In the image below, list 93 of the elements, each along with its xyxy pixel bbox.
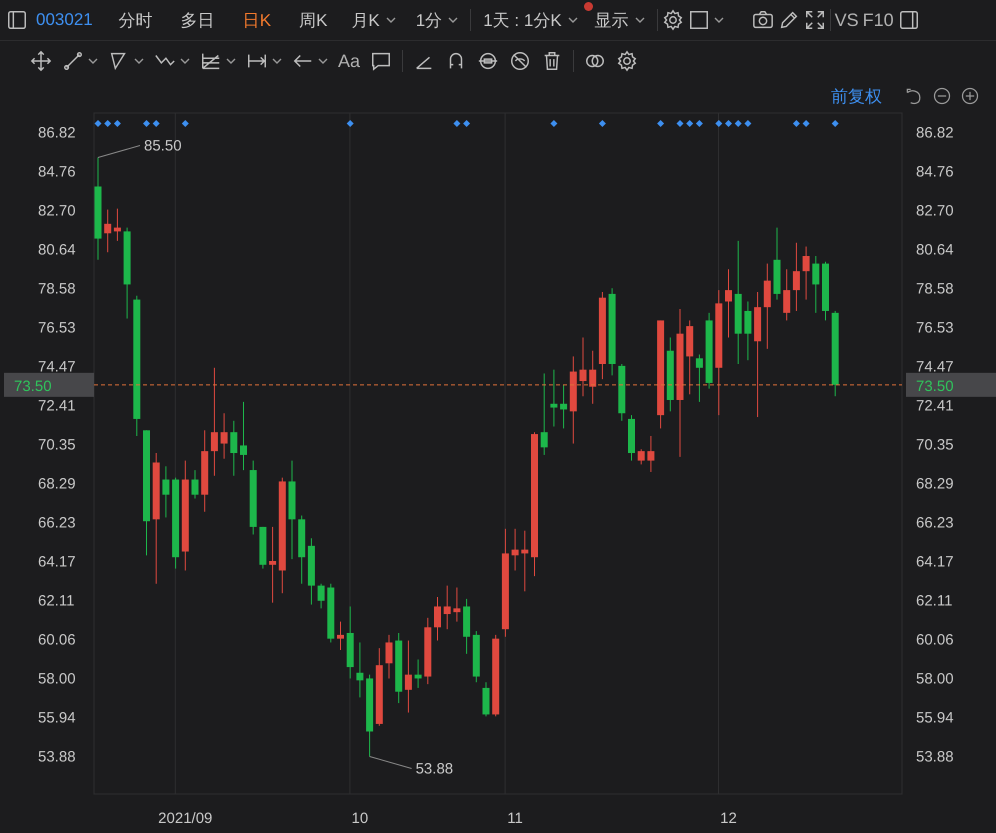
dropdown[interactable]: 显示 — [586, 8, 653, 32]
dropdown[interactable]: 月K — [343, 8, 404, 32]
period-tab[interactable]: 日K — [230, 8, 284, 32]
x-axis-label: 10 — [352, 810, 368, 827]
move-icon[interactable] — [30, 50, 52, 72]
y-axis-label: 53.88 — [38, 748, 76, 766]
settings-icon[interactable] — [662, 9, 684, 31]
y-axis-label: 84.76 — [916, 164, 954, 181]
candlestick — [463, 598, 470, 654]
panel-icon[interactable] — [898, 9, 920, 31]
y-axis-label: 53.88 — [916, 748, 954, 766]
zoom-out-icon[interactable] — [932, 86, 952, 106]
square-icon[interactable] — [688, 9, 710, 31]
y-axis-label: 78.58 — [916, 280, 954, 298]
candlestick — [802, 246, 810, 300]
y-axis-label: 58.00 — [38, 670, 76, 688]
leader-line — [369, 756, 412, 769]
chevron-down-icon[interactable] — [88, 56, 98, 66]
y-axis-label: 64.17 — [916, 554, 954, 571]
y-axis-label: 78.58 — [38, 280, 76, 298]
chevron-down-icon[interactable] — [634, 15, 645, 25]
chevron-down-icon[interactable] — [272, 56, 282, 66]
chevron-down-icon[interactable] — [318, 56, 328, 66]
camera-icon[interactable] — [752, 9, 774, 31]
y-axis-label: 70.35 — [916, 436, 954, 454]
y-axis-label: 66.23 — [38, 514, 76, 532]
chevron-down-icon[interactable] — [448, 15, 458, 25]
panel-icon[interactable] — [6, 9, 28, 31]
y-axis-label: 64.17 — [38, 554, 76, 571]
chevron-down-icon[interactable] — [386, 15, 396, 25]
y-axis-label: 82.70 — [916, 202, 954, 220]
y-axis-label: 58.00 — [916, 670, 954, 688]
dropdown[interactable]: 1分 — [408, 8, 466, 32]
period-tab[interactable]: 周K — [287, 8, 340, 32]
candlestick — [744, 300, 752, 361]
y-axis-label: 60.06 — [38, 631, 76, 648]
x-axis-label: 12 — [720, 810, 737, 827]
x-axis-label: 11 — [507, 810, 523, 827]
y-axis-label: 62.11 — [38, 592, 74, 610]
candlestick — [792, 242, 800, 312]
text-tool[interactable]: Aa — [338, 50, 360, 72]
y-axis-label: 74.47 — [916, 358, 954, 376]
y-axis-label: 80.64 — [916, 242, 954, 259]
zoom-in-icon[interactable] — [960, 86, 980, 106]
dropdown[interactable]: 1天 : 1分K — [475, 8, 586, 32]
last-price-tag: 73.50 — [4, 372, 94, 397]
candlestick — [550, 369, 558, 427]
hide-icon[interactable] — [509, 50, 532, 72]
chevron-down-icon[interactable] — [134, 56, 144, 66]
y-axis-label: 72.41 — [916, 397, 954, 414]
price-label: 85.50 — [144, 138, 182, 155]
chevron-down-icon[interactable] — [180, 56, 190, 66]
chevron-down-icon[interactable] — [568, 15, 578, 25]
price-label: 53.88 — [416, 760, 454, 778]
y-axis-label: 84.76 — [38, 164, 76, 181]
chevron-down-icon[interactable] — [226, 56, 236, 66]
y-axis-label: 68.29 — [38, 476, 76, 493]
settings-icon[interactable] — [616, 50, 638, 72]
y-axis-label: 82.70 — [38, 202, 76, 220]
pencil-icon[interactable] — [778, 9, 800, 31]
vs-label[interactable]: VS — [834, 10, 859, 30]
candlestick — [453, 587, 460, 622]
y-axis-label: 70.35 — [38, 436, 76, 454]
fullscreen-icon[interactable] — [804, 9, 826, 31]
y-axis-label: 72.41 — [38, 397, 76, 414]
candlestick — [696, 354, 703, 402]
x-axis-label: 2021/09 — [158, 810, 212, 827]
comment-icon[interactable] — [370, 50, 392, 72]
last-price-tag: 73.50 — [906, 372, 996, 397]
y-axis-label: 80.64 — [38, 242, 76, 259]
stock-code[interactable]: 003021 — [32, 10, 103, 30]
candlestick — [725, 268, 732, 338]
y-axis-label: 76.53 — [916, 319, 954, 336]
y-axis-label: 55.94 — [916, 709, 954, 726]
y-axis-label: 86.82 — [916, 124, 954, 142]
candlestick — [104, 209, 112, 253]
y-axis-label: 62.11 — [916, 592, 952, 610]
period-tab[interactable]: 多日 — [168, 8, 227, 32]
candlestick — [114, 208, 121, 242]
y-axis-label: 66.23 — [916, 514, 954, 532]
line-segment-icon[interactable] — [62, 50, 84, 72]
y-axis-label: 60.06 — [916, 631, 954, 648]
ref-line-label: 73.50 — [916, 378, 954, 395]
y-axis-label: 68.29 — [916, 476, 954, 493]
chevron-down-icon[interactable] — [714, 15, 724, 25]
f10-label[interactable]: F10 — [862, 10, 894, 30]
leader-line — [98, 145, 140, 158]
y-axis-label: 74.47 — [38, 358, 76, 376]
adjust-mode-link[interactable]: 前复权 — [831, 84, 882, 108]
y-axis-label: 55.94 — [38, 709, 76, 726]
y-axis-label: 86.82 — [38, 124, 76, 142]
y-axis-label: 76.53 — [38, 319, 76, 336]
period-tab[interactable]: 分时 — [106, 8, 165, 32]
